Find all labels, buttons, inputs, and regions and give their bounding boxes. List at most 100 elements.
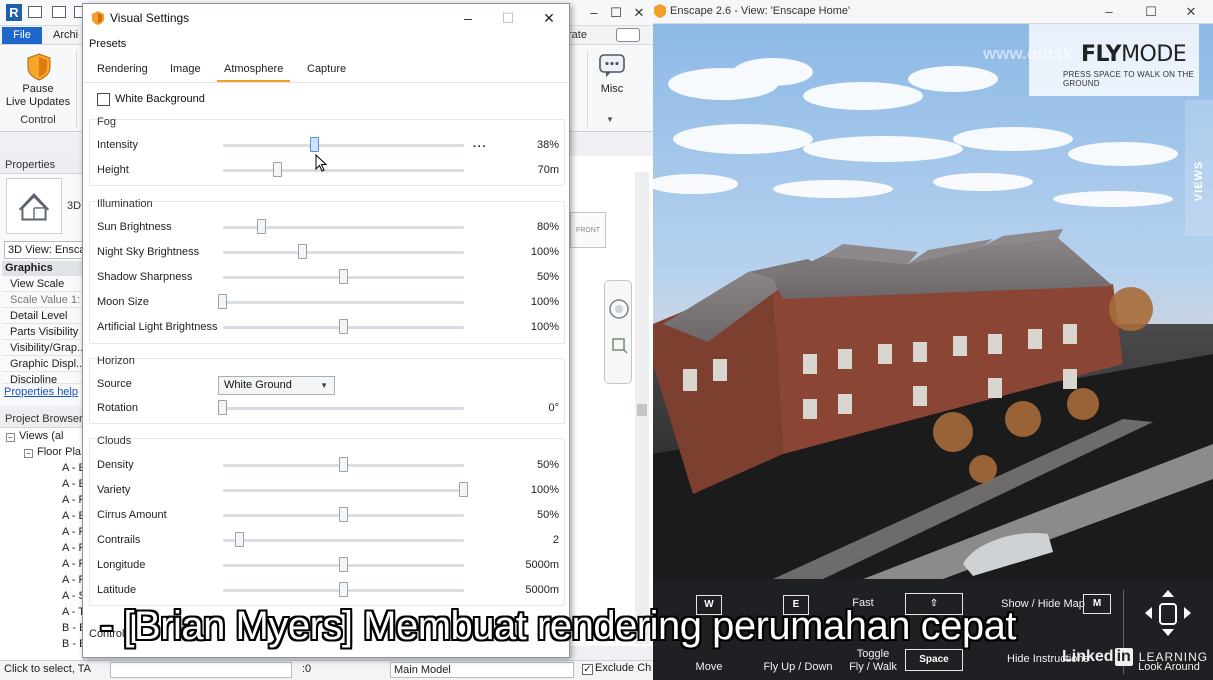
fog-intensity-slider[interactable] (310, 137, 319, 152)
white-background-label: White Background (115, 93, 205, 105)
navigation-bar[interactable] (604, 280, 632, 384)
watermark-text: www.outsk (983, 44, 1073, 63)
collapse-icon[interactable]: − (24, 449, 33, 458)
tree-item[interactable]: A - E (62, 460, 83, 476)
tree-item[interactable]: A - F (62, 540, 83, 556)
prop-row[interactable]: Visibility/Grap... (2, 340, 84, 356)
presets-menu[interactable]: Presets (89, 38, 126, 50)
illumination-moon-size-track[interactable] (223, 301, 464, 304)
maximize-icon[interactable]: ☐ (605, 2, 627, 24)
clouds-contrails-slider[interactable] (235, 532, 244, 547)
tree-item[interactable]: B - E (62, 620, 83, 636)
minimize-icon[interactable]: – (583, 2, 605, 24)
prop-row[interactable]: View Scale (2, 276, 84, 292)
menu-collaborate[interactable]: rate (568, 29, 587, 41)
horizon-source-label: Source (97, 378, 132, 390)
prop-row[interactable]: Discipline (2, 372, 84, 384)
illumination-night-sky-brightness-label: Night Sky Brightness (97, 246, 200, 258)
collapse-icon[interactable]: − (6, 433, 15, 442)
prop-row[interactable]: Scale Value 1: (2, 292, 84, 308)
move-label: Move (695, 661, 723, 673)
house-icon (18, 193, 50, 221)
close-icon[interactable]: ✕ (1171, 0, 1211, 24)
model-select[interactable]: Main Model (390, 662, 574, 678)
view-toggle-control[interactable] (616, 28, 640, 42)
tree-item[interactable]: A - F (62, 556, 83, 572)
horizon-rotation-slider[interactable] (218, 400, 227, 415)
tab-atmosphere[interactable]: Atmosphere (217, 62, 291, 82)
minimize-icon[interactable]: – (453, 7, 483, 29)
illumination-sun-brightness-slider[interactable] (257, 219, 266, 234)
control-panel-label: Control (20, 114, 56, 126)
speech-bubble-icon[interactable] (598, 53, 626, 79)
clouds-latitude-slider[interactable] (339, 582, 348, 597)
menu-file[interactable]: File (2, 27, 42, 44)
visual-settings-dialog: Visual Settings – ☐ ✕ Presets Rendering … (82, 3, 570, 658)
graphics-group[interactable]: Graphics (2, 261, 84, 276)
workset-select[interactable] (110, 662, 292, 678)
tab-capture[interactable]: Capture (307, 62, 346, 82)
new-icon[interactable] (28, 6, 42, 18)
illumination-shadow-sharpness-slider[interactable] (339, 269, 348, 284)
white-background-checkbox[interactable] (97, 93, 110, 106)
open-icon[interactable] (52, 6, 66, 18)
fog-height-slider[interactable] (273, 162, 282, 177)
tree-item[interactable]: A - T (62, 604, 83, 620)
tree-node-floor-plans[interactable]: − Floor Pla (24, 444, 81, 460)
chevron-down-icon: ▼ (320, 381, 328, 390)
tab-image[interactable]: Image (170, 62, 201, 82)
illumination-night-sky-brightness-slider[interactable] (298, 244, 307, 259)
illumination-artificial-light-brightness-label: Artificial Light Brightness (97, 321, 218, 333)
clouds-contrails-track[interactable] (223, 539, 464, 542)
close-icon[interactable]: ✕ (534, 7, 564, 29)
tree-node-views[interactable]: − Views (al (6, 428, 63, 444)
clouds-cirrus-amount-slider[interactable] (339, 507, 348, 522)
horizon-rotation-track[interactable] (223, 407, 464, 410)
view-type-select[interactable]: 3D View: Enscap (4, 241, 84, 259)
type-preview (6, 178, 62, 234)
revit-logo[interactable]: R (6, 4, 22, 21)
scrollbar-thumb[interactable] (637, 404, 647, 416)
chevron-down-icon[interactable]: ▼ (606, 115, 614, 124)
fog-intensity-track[interactable] (223, 144, 464, 147)
illumination-moon-size-slider[interactable] (218, 294, 227, 309)
prop-row[interactable]: Parts Visibility (2, 324, 84, 340)
exclude-checkbox[interactable]: ✓ Exclude Ch (582, 662, 651, 675)
tree-item[interactable]: A - F (62, 492, 83, 508)
dialog-titlebar[interactable]: Visual Settings – ☐ ✕ (83, 4, 569, 32)
tree-item[interactable]: A - F (62, 572, 83, 588)
illumination-artificial-light-brightness-slider[interactable] (339, 319, 348, 334)
pause-live-updates-button[interactable]: Pause Live Updates (4, 83, 72, 109)
misc-button[interactable]: Misc (596, 83, 628, 95)
maximize-icon: ☐ (501, 10, 515, 26)
horizon-source-select[interactable]: White Ground ▼ (218, 376, 335, 395)
menu-architecture[interactable]: Archi (53, 28, 78, 43)
tree-item[interactable]: B - E (62, 636, 83, 652)
clouds-cirrus-amount-label: Cirrus Amount (97, 509, 167, 521)
minimize-icon[interactable]: – (1089, 0, 1129, 24)
fog-height-track[interactable] (223, 169, 464, 172)
clouds-longitude-slider[interactable] (339, 557, 348, 572)
clouds-contrails-label: Contrails (97, 534, 141, 546)
prop-row[interactable]: Detail Level (2, 308, 84, 324)
tree-item[interactable]: A - E (62, 508, 83, 524)
views-panel-toggle[interactable]: VIEWS (1193, 161, 1205, 201)
render-viewport[interactable] (653, 24, 1213, 579)
tree-item[interactable]: A - F (62, 524, 83, 540)
clouds-density-slider[interactable] (339, 457, 348, 472)
tree-item[interactable]: A - E (62, 476, 83, 492)
mouse-cursor-icon (315, 154, 327, 172)
close-icon[interactable]: ✕ (628, 2, 650, 24)
viewcube[interactable]: FRONT (570, 212, 606, 248)
prop-row[interactable]: Graphic Displ... (2, 356, 84, 372)
nav-wheel-icon[interactable] (605, 281, 633, 385)
properties-help-link[interactable]: Properties help (4, 386, 78, 398)
tab-rendering[interactable]: Rendering (97, 62, 148, 82)
clouds-variety-track[interactable] (223, 489, 464, 492)
pause-live-updates-icon[interactable] (26, 53, 52, 81)
tree-item[interactable]: A - S (62, 588, 83, 604)
clouds-contrails-value: 2 (552, 534, 559, 546)
status-text: Click to select, TA (4, 663, 92, 675)
illumination-night-sky-brightness-track[interactable] (223, 251, 464, 254)
maximize-icon[interactable]: ☐ (1131, 0, 1171, 24)
